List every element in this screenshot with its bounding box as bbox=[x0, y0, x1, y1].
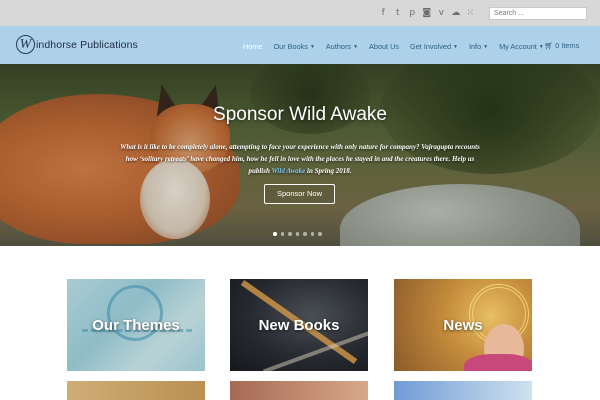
tile-image[interactable] bbox=[394, 381, 532, 400]
search-input[interactable]: Search ... bbox=[489, 7, 587, 20]
menu-item-our-books[interactable]: Our Books ▼ bbox=[273, 42, 314, 51]
cart-count: 0 Items bbox=[555, 41, 580, 50]
tile-image[interactable] bbox=[67, 381, 205, 400]
top-bar: f t p ◙ v ☁ ⁙ Search ... bbox=[0, 0, 600, 26]
chevron-down-icon: ▼ bbox=[453, 44, 458, 50]
menu-item-get-involved[interactable]: Get Involved ▼ bbox=[410, 42, 458, 51]
slider-dot[interactable] bbox=[273, 232, 277, 236]
facebook-icon[interactable]: f bbox=[376, 6, 391, 20]
wild-awake-link[interactable]: Wild Awake bbox=[271, 167, 305, 175]
flickr-icon[interactable]: ⁙ bbox=[463, 6, 478, 20]
chevron-down-icon: ▼ bbox=[309, 44, 315, 50]
main-header: W indhorse Publications Home Our Books ▼ … bbox=[0, 26, 600, 64]
menu-item-info[interactable]: Info ▼ bbox=[469, 42, 488, 51]
menu-item-authors[interactable]: Authors ▼ bbox=[326, 42, 358, 51]
main-menu: Home Our Books ▼ Authors ▼ About Us Get In… bbox=[243, 42, 555, 51]
logo-text: indhorse Publications bbox=[36, 38, 138, 51]
menu-item-about-us[interactable]: About Us bbox=[369, 42, 399, 51]
tile-label: Our Themes bbox=[92, 316, 180, 334]
slider-dot[interactable] bbox=[280, 232, 284, 236]
slider-dot[interactable] bbox=[295, 232, 299, 236]
chevron-down-icon: ▼ bbox=[353, 44, 359, 50]
hero-description: What is it like to be completely alone, … bbox=[120, 143, 480, 175]
slider-dots bbox=[273, 232, 322, 236]
tile-image[interactable] bbox=[230, 381, 368, 400]
menu-item-my-account[interactable]: My Account ▼ bbox=[499, 42, 544, 51]
chevron-down-icon: ▼ bbox=[483, 44, 489, 50]
instagram-icon[interactable]: ◙ bbox=[420, 6, 435, 20]
hero-title: Sponsor Wild Awake bbox=[213, 104, 387, 125]
slider-dot[interactable] bbox=[310, 232, 314, 236]
vimeo-icon[interactable]: v bbox=[434, 6, 449, 20]
chevron-down-icon: ▼ bbox=[538, 44, 544, 50]
cart-icon: 🛒︎ bbox=[544, 41, 554, 50]
site-logo[interactable]: W indhorse Publications bbox=[16, 35, 138, 54]
menu-item-home[interactable]: Home bbox=[243, 42, 262, 51]
twitter-icon[interactable]: t bbox=[391, 6, 406, 20]
sponsor-now-button[interactable]: Sponsor Now bbox=[264, 184, 335, 204]
tile-new-books[interactable]: New Books bbox=[230, 279, 368, 371]
hero-slider: Sponsor Wild Awake What is it like to be… bbox=[0, 64, 600, 246]
tile-label: New Books bbox=[258, 316, 340, 334]
logo-mark: W bbox=[16, 35, 35, 54]
soundcloud-icon[interactable]: ☁ bbox=[449, 6, 464, 20]
slider-dot[interactable] bbox=[303, 232, 307, 236]
cart-link[interactable]: 🛒︎ 0 Items bbox=[544, 41, 579, 50]
tile-news[interactable]: News bbox=[394, 279, 532, 371]
pinterest-icon[interactable]: p bbox=[405, 6, 420, 20]
slider-dot[interactable] bbox=[318, 232, 322, 236]
social-links: f t p ◙ v ☁ ⁙ bbox=[376, 6, 478, 20]
tile-our-themes[interactable]: Our Themes bbox=[67, 279, 205, 371]
tile-label: News bbox=[443, 316, 483, 334]
slider-dot[interactable] bbox=[288, 232, 292, 236]
